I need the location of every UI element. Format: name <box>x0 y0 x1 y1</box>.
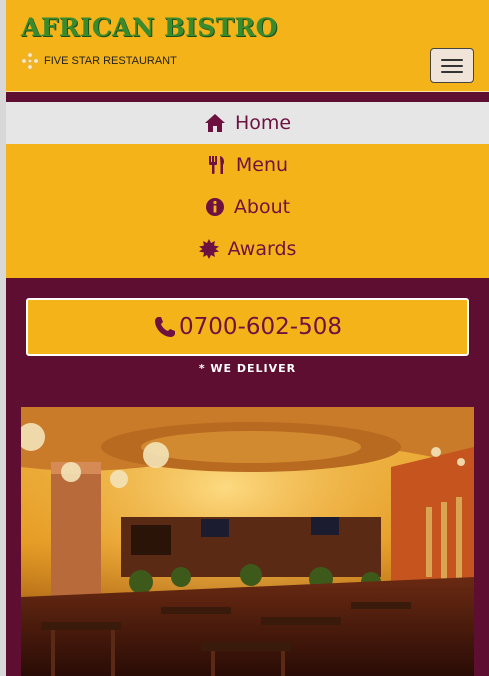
nav-item-about[interactable]: About <box>6 186 489 228</box>
restaurant-interior-photo <box>21 407 474 676</box>
nav-item-home[interactable]: Home <box>6 102 489 144</box>
cutlery-icon <box>208 156 224 174</box>
hamburger-icon-bar <box>441 70 463 73</box>
hamburger-icon-bar <box>441 64 463 67</box>
brand-title[interactable]: AFRICAN BISTRO <box>21 13 278 42</box>
tagline: FIVE STAR RESTAURANT <box>21 52 177 70</box>
stars-icon <box>21 52 39 70</box>
nav-item-label: Menu <box>235 154 289 176</box>
main-nav: Home Menu About Awards <box>6 102 489 278</box>
nav-item-awards[interactable]: Awards <box>6 228 489 270</box>
nav-item-label: Awards <box>227 238 297 260</box>
restaurant-interior-image <box>21 407 474 676</box>
nav-item-menu[interactable]: Menu <box>6 144 489 186</box>
info-circle-icon <box>205 198 224 216</box>
tagline-text: FIVE STAR RESTAURANT <box>44 55 177 67</box>
nav-item-label: About <box>233 196 291 218</box>
header: AFRICAN BISTRO FIVE STAR RESTAURANT <box>6 0 489 92</box>
phone-icon <box>155 317 176 337</box>
delivery-note: * WE DELIVER <box>198 362 297 375</box>
hamburger-icon-bar <box>441 58 463 61</box>
menu-toggle-button[interactable] <box>430 48 474 83</box>
certificate-icon <box>198 239 219 259</box>
home-icon <box>204 114 225 132</box>
page-frame: AFRICAN BISTRO FIVE STAR RESTAURANT Home… <box>0 0 489 676</box>
call-button[interactable]: 0700-602-508 <box>26 298 469 356</box>
nav-item-label: Home <box>234 112 292 134</box>
phone-number: 0700-602-508 <box>179 314 342 340</box>
main-content: 0700-602-508 * WE DELIVER <box>6 278 489 676</box>
